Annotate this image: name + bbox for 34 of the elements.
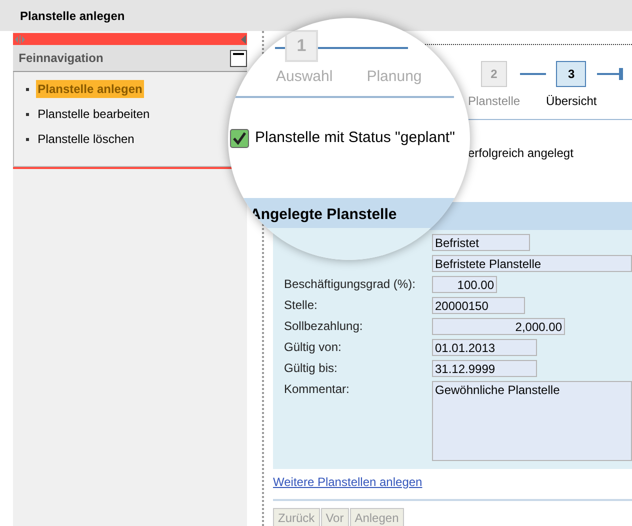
step-label: Planung	[366, 67, 422, 87]
field-label: Stelle:	[284, 297, 318, 313]
bullet-icon	[26, 88, 29, 90]
input-field[interactable]: 01.01.2013	[432, 339, 537, 356]
field-label: Gültig bis:	[284, 360, 338, 376]
status-message: erfolgreich angelegt	[468, 146, 574, 160]
minimize-icon[interactable]	[230, 50, 248, 66]
window-title: Planstelle anlegen	[20, 8, 125, 24]
input-field[interactable]: 100.00	[432, 276, 497, 293]
field-label: Gültig von:	[284, 339, 342, 355]
field-label: Sollbezahlung:	[284, 318, 364, 334]
panel-title: Feinnavigation	[18, 50, 104, 67]
input-field[interactable]: Befristet	[432, 234, 530, 251]
step-label: Übersicht	[546, 93, 597, 110]
nav-link[interactable]: Planstelle bearbeiten	[36, 105, 152, 123]
step-label: Planstelle	[468, 93, 520, 110]
input-field[interactable]: 31.12.9999	[432, 360, 537, 377]
bullet-icon	[26, 138, 29, 140]
input-field[interactable]: 20000150	[432, 297, 525, 314]
step-number: 2	[481, 61, 508, 87]
checkbox[interactable]	[230, 128, 249, 148]
input-field[interactable]: Gewöhnliche Planstelle	[432, 381, 632, 461]
input-field[interactable]: Befristete Planstelle	[432, 255, 632, 272]
step-number: 3	[556, 61, 586, 87]
nav-link[interactable]: Planstelle löschen	[36, 130, 136, 148]
checkbox-label: Planstelle mit Status "geplant"	[255, 128, 455, 148]
step-number: 1	[285, 30, 318, 62]
bullet-icon	[26, 112, 29, 116]
field-label: Kommentar:	[284, 381, 350, 397]
create-more-link[interactable]: Weitere Planstellen anlegen	[273, 473, 422, 491]
input-field[interactable]: 2,000.00	[432, 318, 565, 335]
field-label: Beschäftigungsgrad (%):	[284, 276, 416, 292]
step-label: Auswahl	[276, 67, 333, 87]
panel-title: Angelegte Planstelle	[250, 205, 397, 225]
